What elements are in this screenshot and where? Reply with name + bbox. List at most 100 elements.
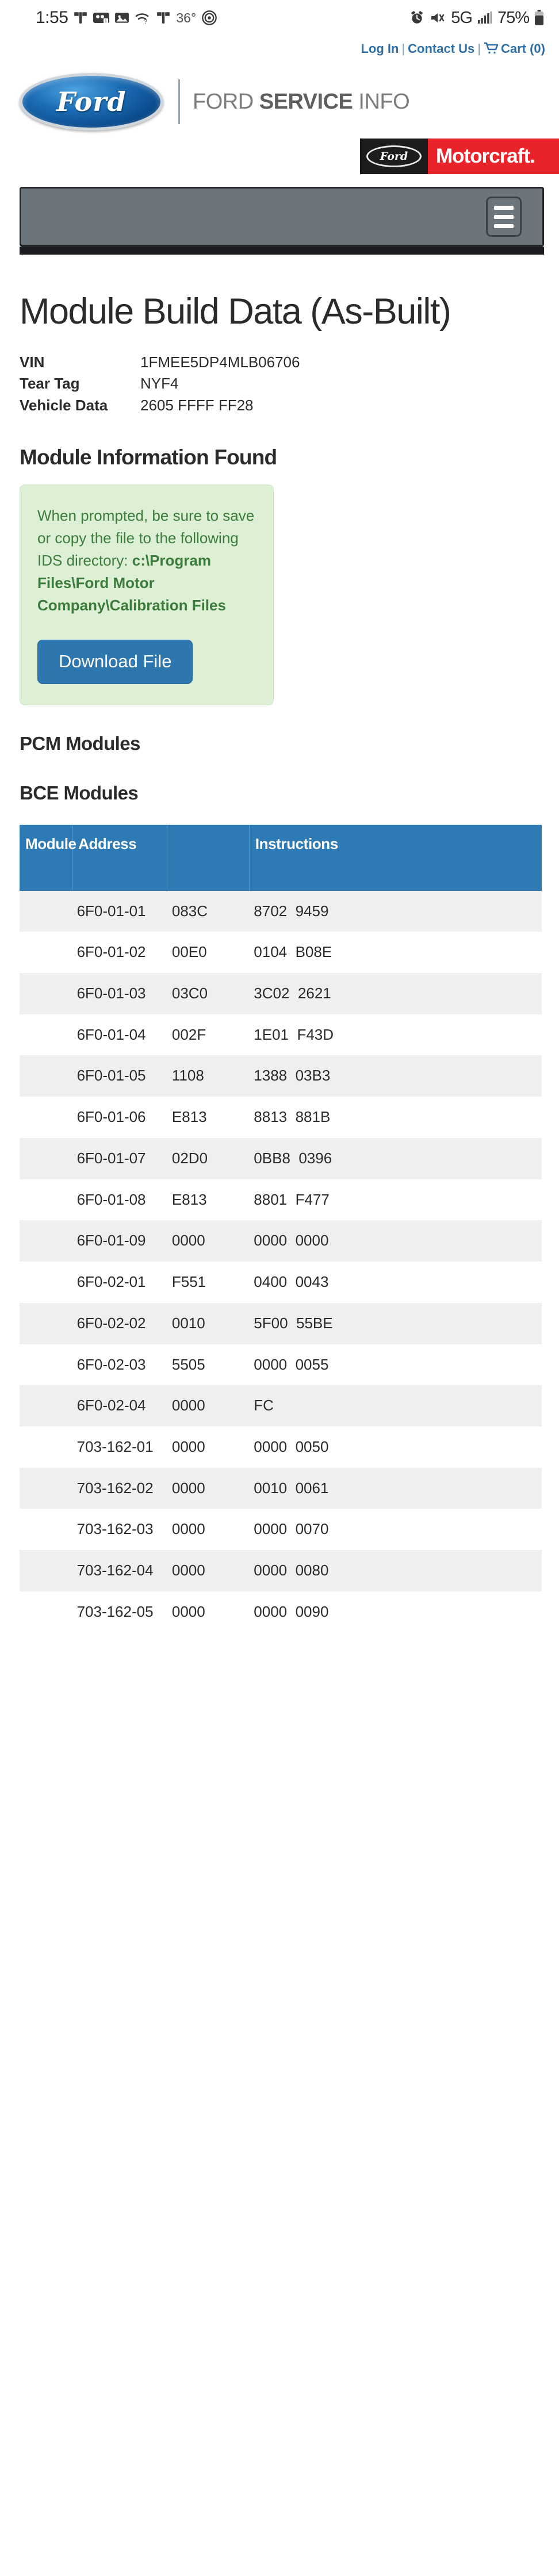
hamburger-icon[interactable] [486,197,522,237]
table-row: 6F0-01-04 002F 1E01 F43D [20,1014,542,1056]
table-row: 6F0-02-03 5505 0000 0055 [20,1344,542,1386]
alert-body: When prompted, be sure to save or copy t… [37,505,256,617]
cell-hex-rest: 5F00 55BE [254,1314,333,1332]
cell-module-id: 6F0-02-04 [76,1397,146,1414]
table-body: 6F0-01-01 083C 8702 9459 6F0-01-02 00E0 0104 … [20,890,542,1633]
battery-percent: 75% [497,8,530,27]
hamburger-bar [494,214,514,219]
status-bar-left: 1:55 1 ? 36° [36,8,217,28]
cell-spacer [20,891,72,932]
table-row: 703-162-01 0000 0000 0050 [20,1426,542,1468]
cell-hex-rest: 1388 03B3 [254,1067,331,1085]
motorcraft-label-box: Motorcraft. [428,139,559,174]
status-time: 1:55 [36,8,68,27]
table-row: 6F0-01-03 03C0 3C02 2621 [20,973,542,1014]
cart-link[interactable]: Cart (0) [501,41,545,56]
cell-hex-rest: 1E01 F43D [254,1025,334,1043]
tear-tag-value: NYF4 [140,375,179,393]
svg-text:?: ? [144,18,147,25]
cell-spacer [20,1014,72,1056]
cell-hex-1: F551 [171,1273,206,1291]
cell-spacer [20,1468,72,1509]
wifi-question-icon: ? [135,10,151,25]
voicemail-icon: 1 [93,10,110,25]
cell-spacer [20,1591,72,1633]
tmobile-icon [73,10,88,25]
cell-module-id: 6F0-01-01 [76,902,146,920]
cell-module-id: 6F0-01-09 [76,1232,146,1249]
motorcraft-ford-logo: Ford [360,139,428,174]
cell-hex-rest: 0104 B08E [254,943,332,961]
fingerprint-icon [201,10,217,26]
nav-separator: | [401,41,405,56]
network-type: 5G [451,8,473,27]
vehicle-info-row: Tear Tag NYF4 [20,373,542,395]
contact-us-link[interactable]: Contact Us [408,41,474,56]
main-nav-wrapper [0,180,559,247]
cell-module-id: 703-162-05 [76,1602,154,1620]
cell-hex-1: 0000 [171,1437,205,1455]
cell-spacer [20,1550,72,1591]
cell-spacer [20,932,72,973]
cell-module-id: 6F0-01-05 [76,1067,146,1085]
vehicle-info-row: Vehicle Data 2605 FFFF FF28 [20,395,542,417]
cell-spacer [20,1055,72,1097]
hamburger-bar [494,224,514,228]
cell-hex-rest: 8801 F477 [254,1190,330,1208]
cell-hex-1: E813 [171,1108,207,1126]
bce-modules-table: Module Address Instructions 6F0-01-01 083… [20,824,542,1633]
cell-spacer [20,1509,72,1550]
cell-hex-rest: 3C02 2621 [254,985,331,1002]
alarm-icon [409,10,424,25]
site-title-tail: INFO [353,89,410,114]
cell-spacer [20,1179,72,1221]
table-row: 6F0-02-02 0010 5F00 55BE [20,1302,542,1344]
table-row: 6F0-02-04 0000 FC [20,1385,542,1427]
cell-module-id: 6F0-01-04 [76,1025,146,1043]
main-content: Module Build Data (As-Built) VIN 1FMEE5D… [0,291,559,1633]
cell-module-id: 6F0-01-08 [76,1190,146,1208]
cell-hex-rest: 0010 0061 [254,1479,329,1497]
site-title: FORD SERVICE INFO [193,89,410,114]
ford-logo[interactable]: Ford [20,73,163,130]
ford-logo-text: Ford [56,86,127,117]
cell-hex-rest: 0000 0050 [254,1437,329,1455]
table-row: 6F0-01-01 083C 8702 9459 [20,890,542,932]
cell-hex-1: 0000 [171,1520,205,1538]
table-row: 6F0-01-02 00E0 0104 B08E [20,932,542,974]
table-header-row: Module Address Instructions [20,824,542,891]
cell-spacer [20,1303,72,1344]
cell-hex-rest: 8813 881B [254,1108,331,1126]
cell-module-id: 6F0-01-06 [76,1108,146,1126]
table-row: 703-162-04 0000 0000 0080 [20,1550,542,1591]
column-header-address: Address [72,824,168,891]
cell-spacer [20,1385,72,1427]
page-title: Module Build Data (As-Built) [20,291,451,332]
download-file-button[interactable]: Download File [37,639,193,684]
cell-module-id: 6F0-02-01 [76,1273,146,1291]
cell-hex-1: 02D0 [171,1149,208,1167]
cart-icon[interactable] [484,42,499,58]
column-header-blank [167,824,250,891]
signal-bars-icon [477,11,492,25]
cell-hex-rest: 0000 0000 [254,1232,329,1249]
site-header: Ford FORD SERVICE INFO [0,67,559,135]
cell-hex-1: 00E0 [171,943,207,961]
svg-text:1: 1 [105,20,107,24]
hamburger-bar [494,205,514,210]
cell-module-id: 6F0-02-02 [76,1314,146,1332]
cell-spacer [20,1097,72,1138]
cell-hex-1: 5505 [171,1355,205,1373]
header-divider [178,79,180,124]
main-nav [20,187,544,247]
login-link[interactable]: Log In [361,41,399,56]
cell-hex-rest: 0000 0055 [254,1355,329,1373]
cell-spacer [20,1262,72,1303]
module-info-heading: Module Information Found [20,445,277,469]
cell-module-id: 703-162-01 [76,1437,154,1455]
cell-hex-rest: 0BB8 0396 [254,1149,332,1167]
nav-shadow [20,247,544,255]
cell-module-id: 703-162-03 [76,1520,154,1538]
column-header-instructions: Instructions [249,824,542,891]
vin-value: 1FMEE5DP4MLB06706 [140,353,300,371]
